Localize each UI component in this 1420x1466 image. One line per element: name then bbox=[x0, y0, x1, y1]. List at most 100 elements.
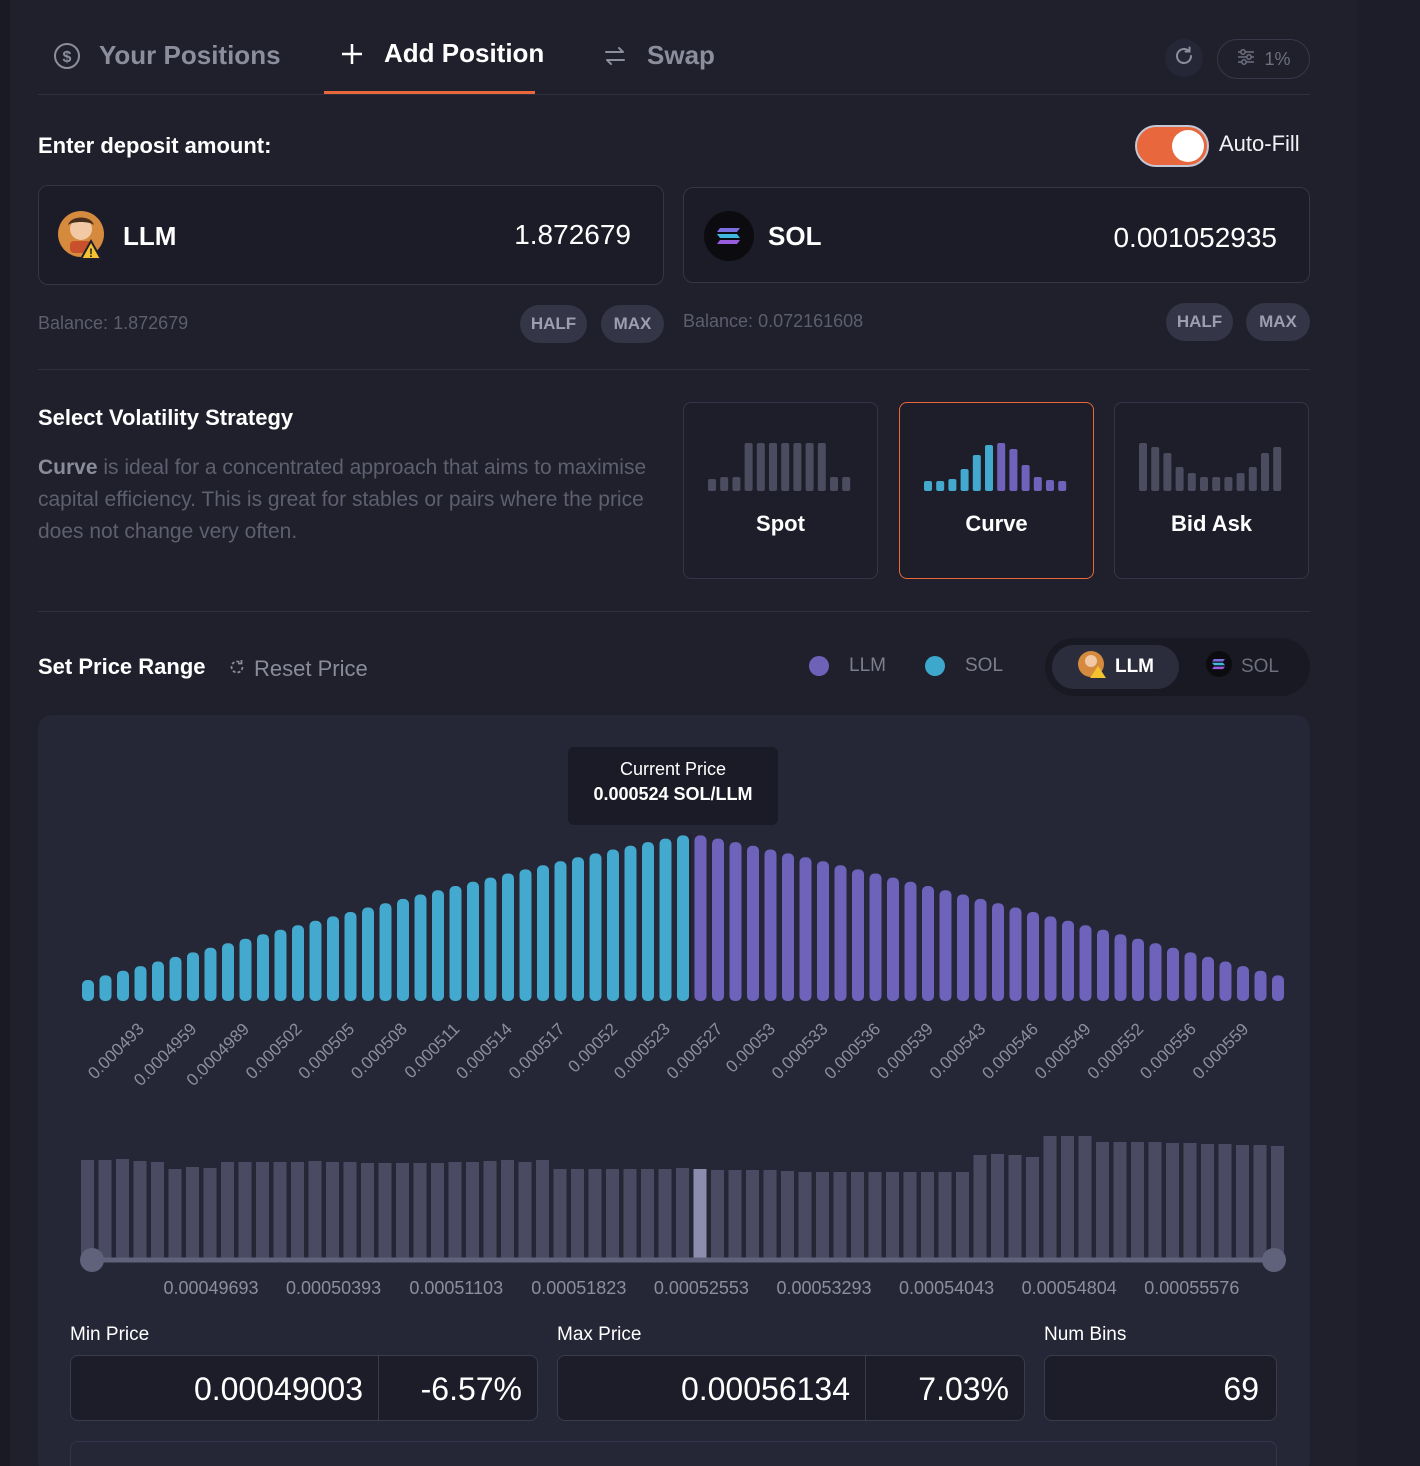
min-price-percent: -6.57% bbox=[420, 1371, 522, 1407]
refresh-icon bbox=[1173, 45, 1195, 72]
max-price-label: Max Price bbox=[557, 1324, 642, 1345]
token-b-symbol: SOL bbox=[768, 221, 822, 251]
icon-bar bbox=[1021, 465, 1030, 491]
reset-price-button[interactable]: Reset Price bbox=[228, 656, 368, 682]
token-a-max-button[interactable]: MAX bbox=[601, 305, 664, 343]
num-bins-field[interactable]: 69 bbox=[1044, 1355, 1277, 1421]
icon-bar bbox=[830, 477, 838, 491]
denom-label: SOL bbox=[1240, 656, 1280, 677]
token-b-input[interactable]: SOL 0.001052935 bbox=[683, 187, 1310, 283]
strategy-bid-ask-card[interactable]: Bid Ask bbox=[1114, 402, 1309, 579]
dollar-circle-icon: $ bbox=[53, 42, 81, 70]
num-bins-label: Num Bins bbox=[1044, 1324, 1127, 1345]
icon-bar bbox=[1058, 481, 1067, 491]
strategy-title: Select Volatility Strategy bbox=[38, 405, 294, 430]
token-b-balance: Balance: 0.072161608 bbox=[683, 311, 863, 332]
icon-bar bbox=[997, 443, 1006, 491]
price-range-chart-card bbox=[38, 715, 1310, 1466]
tab-your-positions[interactable]: $ Your Positions bbox=[53, 40, 281, 71]
legend-dot bbox=[925, 656, 945, 676]
token-b-max-button[interactable]: MAX bbox=[1246, 303, 1310, 341]
sliders-icon bbox=[1236, 48, 1256, 71]
icon-bar bbox=[1187, 473, 1196, 491]
max-price-percent: 7.03% bbox=[918, 1371, 1009, 1407]
field-separator bbox=[378, 1356, 379, 1420]
strategy-label: Curve bbox=[965, 511, 1028, 536]
icon-bar bbox=[1033, 477, 1042, 491]
icon-bar bbox=[1139, 443, 1147, 491]
min-price-field[interactable]: 0.00049003 -6.57% bbox=[70, 1355, 538, 1421]
icon-bar bbox=[817, 443, 826, 491]
next-section-box bbox=[70, 1441, 1277, 1466]
icon-bar bbox=[720, 477, 729, 491]
icon-bar bbox=[769, 443, 777, 491]
price-range-title: Set Price Range bbox=[38, 654, 206, 679]
strategy-desc-bold: Curve bbox=[38, 456, 98, 479]
tooltip-title: Current Price bbox=[619, 759, 727, 779]
min-price-value: 0.00049003 bbox=[193, 1371, 363, 1407]
icon-bar bbox=[732, 477, 741, 491]
num-bins-value: 69 bbox=[1223, 1371, 1259, 1407]
icon-bar bbox=[1248, 467, 1257, 491]
icon-bar bbox=[1151, 447, 1160, 491]
refresh-button[interactable] bbox=[1165, 39, 1203, 77]
denom-sol-button[interactable]: SOL bbox=[1181, 645, 1303, 689]
tab-label: Swap bbox=[647, 40, 715, 70]
icon-bar bbox=[805, 443, 814, 491]
icon-bar bbox=[972, 455, 981, 491]
swap-arrows-icon bbox=[601, 42, 629, 70]
token-a-balance: Balance: 1.872679 bbox=[38, 313, 188, 334]
token-a-input[interactable]: ! LLM 1.872679 bbox=[38, 185, 664, 285]
icon-bar bbox=[1200, 477, 1208, 491]
llm-token-icon bbox=[1077, 650, 1107, 684]
strategy-description: Curve is ideal for a concentrated approa… bbox=[38, 452, 648, 548]
strategy-label: Bid Ask bbox=[1170, 511, 1253, 536]
icon-bar bbox=[1224, 477, 1233, 491]
legend-dot bbox=[809, 656, 829, 676]
max-price-field[interactable]: 0.00056134 7.03% bbox=[557, 1355, 1025, 1421]
icon-bar bbox=[1236, 473, 1245, 491]
icon-bar bbox=[1261, 453, 1269, 491]
icon-bar bbox=[1212, 477, 1221, 491]
icon-bar bbox=[744, 443, 753, 491]
token-b-amount: 0.001052935 bbox=[1113, 222, 1277, 253]
reset-label: Reset Price bbox=[254, 656, 368, 681]
strategy-spot-card[interactable]: Spot bbox=[683, 402, 878, 579]
token-a-half-button[interactable]: HALF bbox=[520, 305, 587, 343]
icon-bar bbox=[1273, 447, 1282, 491]
section-divider bbox=[38, 369, 1310, 370]
icon-bar bbox=[948, 479, 957, 491]
token-a-amount: 1.872679 bbox=[514, 219, 631, 250]
strategy-curve-card[interactable]: Curve bbox=[899, 402, 1094, 579]
bid-ask-bars-icon bbox=[1139, 443, 1282, 491]
plus-icon bbox=[338, 40, 366, 68]
denom-llm-button[interactable]: LLM bbox=[1052, 645, 1179, 689]
balance-value: 1.872679 bbox=[113, 313, 189, 333]
left-edge bbox=[0, 0, 10, 1466]
legend-llm: LLM bbox=[809, 655, 886, 677]
autofill-toggle[interactable] bbox=[1135, 125, 1209, 167]
tab-add-position[interactable]: Add Position bbox=[338, 38, 544, 69]
tab-label: Add Position bbox=[384, 38, 545, 68]
sol-token-icon bbox=[1205, 650, 1233, 684]
autofill-label: Auto-Fill bbox=[1219, 131, 1300, 156]
slippage-button[interactable]: 1% bbox=[1217, 39, 1310, 79]
icon-bar bbox=[936, 481, 945, 491]
reset-icon bbox=[228, 656, 246, 682]
toggle-knob bbox=[1172, 130, 1204, 162]
icon-bar bbox=[1175, 467, 1184, 491]
tab-swap[interactable]: Swap bbox=[601, 40, 715, 71]
balance-value: 0.072161608 bbox=[758, 311, 864, 331]
icon-bar bbox=[1163, 453, 1172, 491]
balance-label: Balance: bbox=[38, 313, 109, 333]
token-b-half-button[interactable]: HALF bbox=[1166, 303, 1233, 341]
legend-label: LLM bbox=[849, 655, 886, 676]
field-separator bbox=[865, 1356, 866, 1420]
icon-bar bbox=[793, 443, 802, 491]
llm-token-avatar: ! bbox=[58, 211, 104, 266]
icon-bar bbox=[781, 443, 790, 491]
icon-bar bbox=[985, 445, 993, 491]
icon-bar bbox=[842, 477, 851, 491]
curve-bars-icon bbox=[924, 443, 1067, 491]
token-a-symbol: LLM bbox=[123, 221, 177, 251]
